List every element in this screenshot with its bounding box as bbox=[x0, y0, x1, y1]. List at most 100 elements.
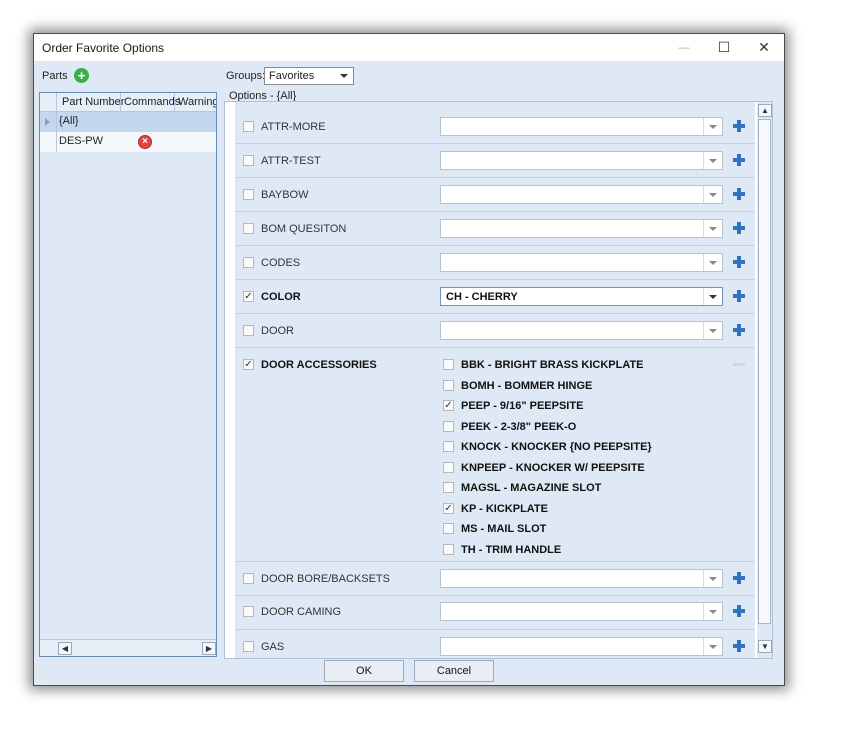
sub-option-label: BOMH - BOMMER HINGE bbox=[461, 380, 593, 392]
option-checkbox[interactable] bbox=[243, 325, 254, 336]
scrollbar-thumb[interactable] bbox=[758, 119, 771, 624]
sub-option-label: KNOCK - KNOCKER {NO PEEPSITE} bbox=[461, 441, 652, 453]
option-label: DOOR BORE/BACKSETS bbox=[261, 573, 390, 585]
minimize-button[interactable]: — bbox=[664, 34, 704, 61]
option-row-door-bore-backsets: DOOR BORE/BACKSETS bbox=[235, 562, 755, 596]
dropdown-button[interactable] bbox=[703, 118, 722, 135]
option-checkbox[interactable] bbox=[243, 573, 254, 584]
option-checkbox-checked[interactable]: ✓ bbox=[243, 359, 254, 370]
maximize-button[interactable]: ☐ bbox=[704, 34, 744, 61]
parts-label: Parts bbox=[42, 70, 68, 82]
option-checkbox[interactable] bbox=[243, 155, 254, 166]
error-circle-icon[interactable]: × bbox=[138, 135, 152, 149]
add-option-icon[interactable] bbox=[733, 605, 745, 617]
dropdown-button[interactable] bbox=[703, 603, 722, 620]
sub-option-checkbox[interactable] bbox=[443, 359, 454, 370]
option-value-dropdown[interactable] bbox=[440, 253, 723, 272]
horizontal-scrollbar[interactable]: ◀ ▶ bbox=[40, 639, 216, 656]
option-value-dropdown[interactable] bbox=[440, 117, 723, 136]
option-value-dropdown[interactable] bbox=[440, 602, 723, 621]
sub-option-checkbox[interactable] bbox=[443, 544, 454, 555]
option-checkbox[interactable] bbox=[243, 606, 254, 617]
option-row-attr-more: ATTR-MORE bbox=[235, 110, 755, 144]
add-option-icon[interactable] bbox=[733, 222, 745, 234]
order-favorite-options-dialog: Order Favorite Options — ☐ ✕ Parts + Par… bbox=[33, 33, 785, 686]
dropdown-button[interactable] bbox=[703, 186, 722, 203]
option-checkbox[interactable] bbox=[243, 641, 254, 652]
dropdown-button[interactable] bbox=[703, 152, 722, 169]
vertical-scrollbar[interactable]: ▲ ▼ bbox=[757, 102, 772, 658]
sub-option-label: MS - MAIL SLOT bbox=[461, 523, 547, 535]
collapse-icon[interactable] bbox=[733, 363, 745, 366]
chevron-down-icon bbox=[709, 159, 717, 163]
add-part-icon[interactable]: + bbox=[74, 68, 89, 83]
ok-button[interactable]: OK bbox=[324, 660, 404, 682]
option-value-dropdown[interactable] bbox=[440, 637, 723, 656]
add-option-icon[interactable] bbox=[733, 290, 745, 302]
option-row-door-caming: DOOR CAMING bbox=[235, 596, 755, 630]
option-checkbox[interactable] bbox=[243, 121, 254, 132]
option-checkbox[interactable] bbox=[243, 223, 254, 234]
sub-option-label: PEEK - 2-3/8" PEEK-O bbox=[461, 421, 577, 433]
option-row-door: DOOR bbox=[235, 314, 755, 348]
scroll-right-button[interactable]: ▶ bbox=[202, 642, 216, 655]
sub-option-label: TH - TRIM HANDLE bbox=[461, 544, 562, 556]
sub-option-checkbox[interactable] bbox=[443, 482, 454, 493]
column-header-part-number[interactable]: Part Number bbox=[62, 96, 124, 108]
add-option-icon[interactable] bbox=[733, 256, 745, 268]
scroll-up-button[interactable]: ▲ bbox=[758, 104, 772, 117]
option-value-dropdown[interactable] bbox=[440, 151, 723, 170]
cancel-button[interactable]: Cancel bbox=[414, 660, 494, 682]
option-label: ATTR-TEST bbox=[261, 155, 321, 167]
option-label: DOOR ACCESSORIES bbox=[261, 359, 377, 371]
sub-option-checkbox[interactable] bbox=[443, 421, 454, 432]
option-value-dropdown[interactable]: CH - CHERRY bbox=[440, 287, 723, 306]
option-value-dropdown[interactable] bbox=[440, 219, 723, 238]
add-option-icon[interactable] bbox=[733, 120, 745, 132]
column-header-commands[interactable]: Commands bbox=[124, 96, 180, 108]
dropdown-button[interactable] bbox=[703, 638, 722, 655]
dropdown-button[interactable] bbox=[703, 322, 722, 339]
groups-dropdown[interactable]: Favorites bbox=[264, 67, 354, 85]
sub-option-label: BBK - BRIGHT BRASS KICKPLATE bbox=[461, 359, 644, 371]
sub-option-checkbox-checked[interactable]: ✓ bbox=[443, 400, 454, 411]
add-option-icon[interactable] bbox=[733, 572, 745, 584]
scroll-down-button[interactable]: ▼ bbox=[758, 640, 772, 653]
option-value: CH - CHERRY bbox=[446, 291, 518, 303]
dropdown-button[interactable] bbox=[703, 570, 722, 587]
chevron-down-icon bbox=[709, 610, 717, 614]
close-button[interactable]: ✕ bbox=[744, 34, 784, 61]
option-checkbox-checked[interactable]: ✓ bbox=[243, 291, 254, 302]
dropdown-button[interactable] bbox=[703, 220, 722, 237]
column-separator bbox=[120, 93, 121, 111]
table-row[interactable]: DES-PW × bbox=[40, 132, 216, 152]
sub-option-checkbox[interactable] bbox=[443, 523, 454, 534]
option-value-dropdown[interactable] bbox=[440, 569, 723, 588]
option-row-door-accessories: ✓ DOOR ACCESSORIES BBK - BRIGHT BRASS KI… bbox=[235, 348, 755, 562]
add-option-icon[interactable] bbox=[733, 188, 745, 200]
option-value-dropdown[interactable] bbox=[440, 185, 723, 204]
sub-option-checkbox[interactable] bbox=[443, 380, 454, 391]
parts-grid-header: Part Number Commands Warnings bbox=[40, 93, 216, 112]
option-value-dropdown[interactable] bbox=[440, 321, 723, 340]
option-row-gas: GAS bbox=[235, 630, 755, 658]
chevron-down-icon bbox=[709, 645, 717, 649]
sub-option-checkbox[interactable] bbox=[443, 441, 454, 452]
add-option-icon[interactable] bbox=[733, 154, 745, 166]
dropdown-button[interactable] bbox=[703, 254, 722, 271]
add-option-icon[interactable] bbox=[733, 640, 745, 652]
column-header-warnings[interactable]: Warnings bbox=[178, 96, 216, 108]
table-row[interactable]: {All} bbox=[40, 112, 216, 132]
scroll-left-button[interactable]: ◀ bbox=[58, 642, 72, 655]
option-label: DOOR CAMING bbox=[261, 606, 342, 618]
sub-option-checkbox-checked[interactable]: ✓ bbox=[443, 503, 454, 514]
option-checkbox[interactable] bbox=[243, 189, 254, 200]
sub-option-label: PEEP - 9/16" PEEPSITE bbox=[461, 400, 584, 412]
sub-option-label: KNPEEP - KNOCKER W/ PEEPSITE bbox=[461, 462, 645, 474]
option-checkbox[interactable] bbox=[243, 257, 254, 268]
sub-option-label: KP - KICKPLATE bbox=[461, 503, 548, 515]
dropdown-button[interactable] bbox=[703, 288, 722, 305]
add-option-icon[interactable] bbox=[733, 324, 745, 336]
sub-option-checkbox[interactable] bbox=[443, 462, 454, 473]
part-number-cell: {All} bbox=[59, 115, 79, 127]
